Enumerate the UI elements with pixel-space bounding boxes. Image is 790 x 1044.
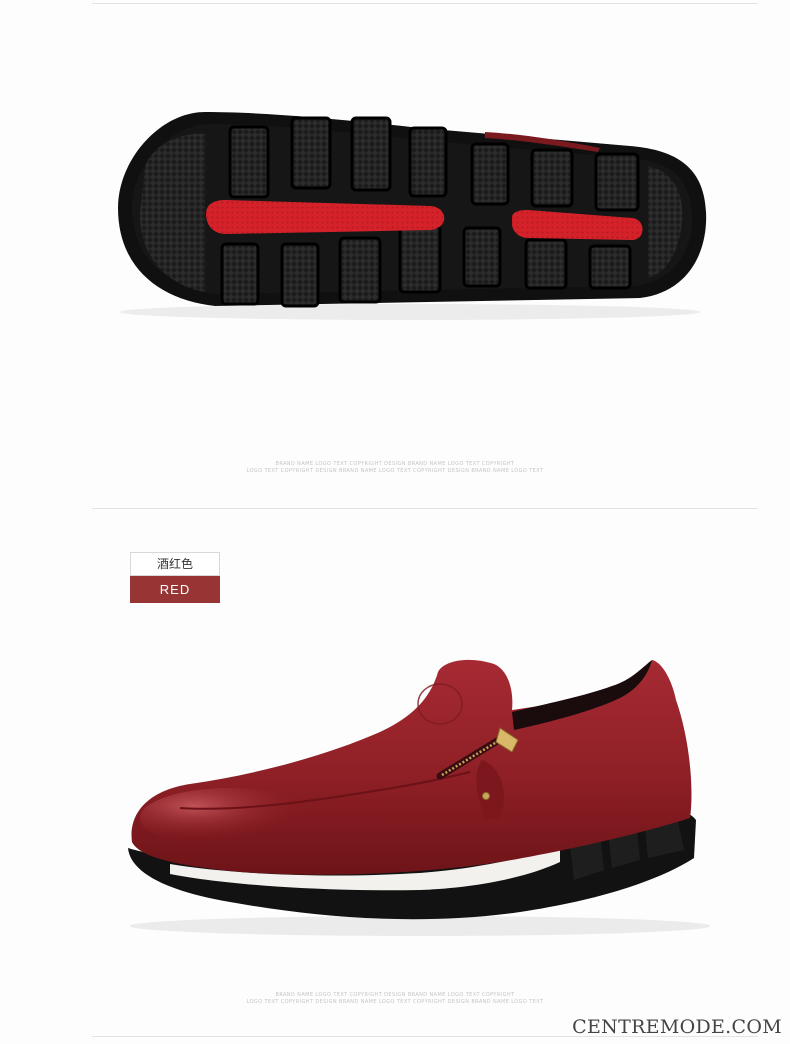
sole-shadow: [120, 304, 700, 320]
leather-shine: [140, 788, 320, 848]
sole-image-panel: [0, 0, 790, 508]
fine-print-bottom-line-2: LOGO TEXT COPYRIGHT DESIGN BRAND NAME LO…: [246, 999, 544, 1005]
watermark-text: CENTREMODE.COM: [572, 1016, 782, 1038]
fine-print-bottom: BRAND NAME LOGO TEXT COPYRIGHT DESIGN BR…: [0, 992, 790, 1006]
fine-print-top-line-1: BRAND NAME LOGO TEXT COPYRIGHT DESIGN BR…: [275, 461, 515, 467]
fine-print-top-line-2: LOGO TEXT COPYRIGHT DESIGN BRAND NAME LO…: [246, 468, 544, 474]
shoe-sole-image: [118, 112, 707, 320]
shoe-image-panel: [0, 509, 790, 1036]
shoe-side-image: [128, 659, 710, 936]
fine-print-bottom-line-1: BRAND NAME LOGO TEXT COPYRIGHT DESIGN BR…: [275, 992, 515, 998]
fine-print-top: BRAND NAME LOGO TEXT COPYRIGHT DESIGN BR…: [0, 461, 790, 475]
